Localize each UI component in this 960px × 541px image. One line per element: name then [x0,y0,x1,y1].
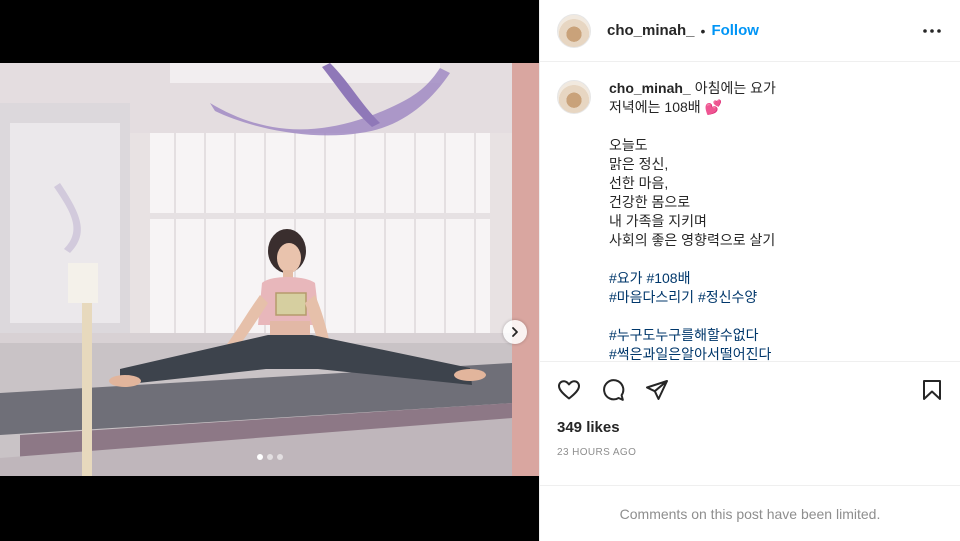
carousel-dot [266,454,273,460]
comment-button[interactable] [601,378,625,402]
post-media [0,0,539,541]
hashtag[interactable]: #누구도누구를해할수없다 [609,327,758,343]
hashtag-line: #썩은과일은알아서떨어진다 [609,345,776,361]
hashtag-line: #마음다스리기 #정신수양 [609,288,776,307]
post-details-panel: cho_minah_ • Follow cho_minah_ 아침에는 요가 저녁… [539,0,960,541]
post-timestamp[interactable]: 23 HOURS AGO [557,447,944,458]
caption-text: cho_minah_ 아침에는 요가 저녁에는 108배 💕 오늘도 맑은 정신,… [609,79,776,361]
follow-button[interactable]: Follow [711,22,759,39]
caption-avatar[interactable] [557,80,591,114]
chevron-right-icon [512,327,518,337]
actions-area: 349 likes 23 HOURS AGO [540,361,960,458]
more-options-button[interactable] [920,19,944,43]
hashtag[interactable]: #정신수양 [698,289,757,305]
carousel-indicator [0,454,539,460]
caption-line: 건강한 몸으로 [609,194,691,210]
next-photo-button[interactable] [503,320,527,344]
hashtag[interactable]: #썩은과일은알아서떨어진다 [609,346,771,361]
like-button[interactable] [557,378,581,402]
caption-line: 저녁에는 108배 💕 [609,99,722,115]
hashtag[interactable]: #마음다스리기 [609,289,694,305]
save-button[interactable] [920,378,944,402]
comments-limited-notice: Comments on this post have been limited. [540,485,960,541]
post-photo[interactable] [0,63,539,476]
more-horizontal-icon [923,28,941,33]
caption-line: 내 가족을 지키며 [609,213,707,229]
comment-icon [603,379,625,401]
caption-line: 오늘도 [609,137,648,153]
caption-area: cho_minah_ 아침에는 요가 저녁에는 108배 💕 오늘도 맑은 정신,… [540,62,960,361]
caption-line: 선한 마음, [609,175,669,191]
paper-plane-icon [646,380,668,400]
caption-line: 맑은 정신, [609,156,669,172]
caption-line: 사회의 좋은 영향력으로 살기 [609,232,776,248]
action-bar [557,362,944,418]
hashtag-line: #요가 #108배 [609,269,776,288]
hashtag[interactable]: #요가 [609,270,643,286]
avatar[interactable] [557,13,591,48]
heart-icon [558,380,580,400]
instagram-post: cho_minah_ • Follow cho_minah_ 아침에는 요가 저녁… [0,0,960,541]
post-header: cho_minah_ • Follow [540,0,960,62]
caption-line: cho_minah_ 아침에는 요가 [609,80,776,96]
separator-dot: • [700,22,706,39]
carousel-dot-active [256,454,263,460]
caption-username[interactable]: cho_minah_ [609,80,691,96]
hashtag-line: #누구도누구를해할수없다 [609,326,776,345]
header-username[interactable]: cho_minah_ [607,22,695,39]
share-button[interactable] [645,378,669,402]
bookmark-icon [923,380,941,400]
yoga-studio-photo [0,63,539,476]
hashtag[interactable]: #108배 [646,270,690,286]
carousel-dot [276,454,283,460]
likes-count[interactable]: 349 likes [557,419,944,436]
